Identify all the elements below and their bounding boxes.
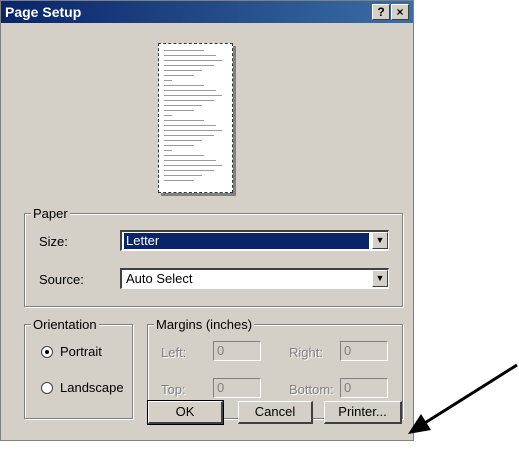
annotation-arrow-icon	[408, 363, 518, 434]
